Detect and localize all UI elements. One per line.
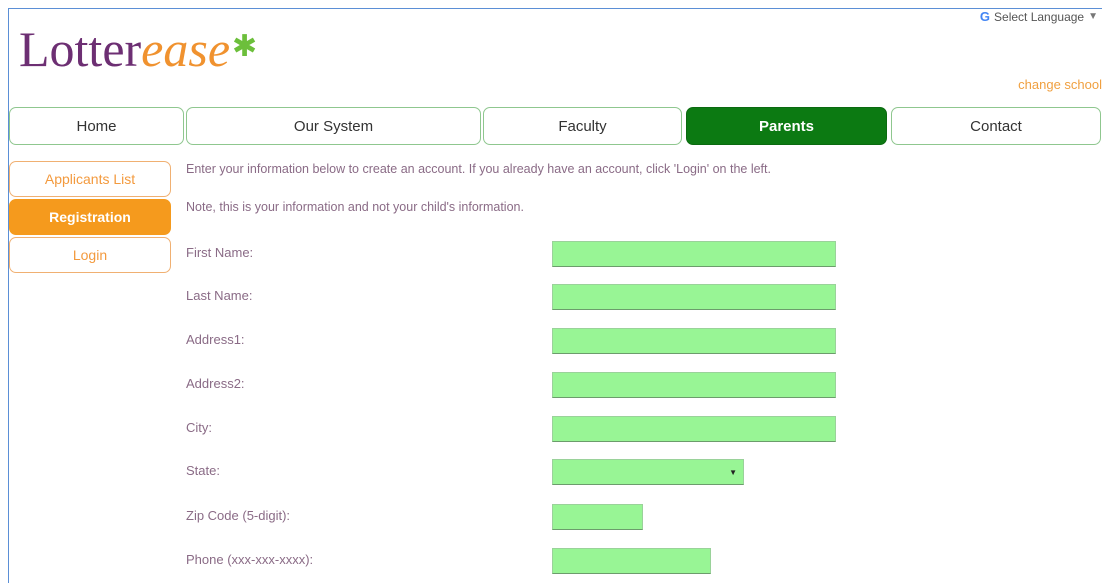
address1-input[interactable] [552,328,836,354]
last-name-input[interactable] [552,284,836,310]
sidebar-item-applicants-list[interactable]: Applicants List [9,161,171,197]
logo[interactable]: Lotterease✱ [19,19,258,79]
first-name-input[interactable] [552,241,836,267]
city-label: City: [186,420,212,435]
sidebar-item-registration[interactable]: Registration [9,199,171,235]
language-label: Select Language [994,9,1085,24]
zip-input[interactable] [552,504,643,530]
phone-label: Phone (xxx-xxx-xxxx): [186,552,314,567]
phone-input[interactable] [552,548,711,574]
intro-text: Enter your information below to create a… [186,162,771,176]
sidebar-item-login[interactable]: Login [9,237,171,273]
address2-input[interactable] [552,372,836,398]
select-caret-icon: ▼ [729,467,737,477]
address2-label: Address2: [186,376,245,391]
zip-label: Zip Code (5-digit): [186,508,291,523]
address1-label: Address1: [186,332,245,347]
nav-tab-home[interactable]: Home [9,107,184,145]
last-name-label: Last Name: [186,288,253,303]
note-text: Note, this is your information and not y… [186,200,524,214]
page-frame: Lotterease✱ G Select Language ▼ change s… [8,8,1102,583]
state-label: State: [186,463,220,478]
language-selector[interactable]: G Select Language ▼ [980,9,1098,24]
logo-text-ease: ease [141,21,231,77]
nav-tab-contact[interactable]: Contact [891,107,1101,145]
logo-text-lotter: Lotter [19,21,142,77]
nav-tab-parents[interactable]: Parents [686,107,887,145]
nav-tab-faculty[interactable]: Faculty [483,107,682,145]
city-input[interactable] [552,416,836,442]
nav-tab-our-system[interactable]: Our System [186,107,481,145]
logo-star-icon: ✱ [232,30,258,63]
google-g-icon: G [979,9,991,24]
first-name-label: First Name: [186,245,254,260]
change-school-link[interactable]: change school [1018,77,1102,92]
chevron-down-icon: ▼ [1088,11,1098,22]
state-select[interactable]: ▼ [552,459,744,485]
